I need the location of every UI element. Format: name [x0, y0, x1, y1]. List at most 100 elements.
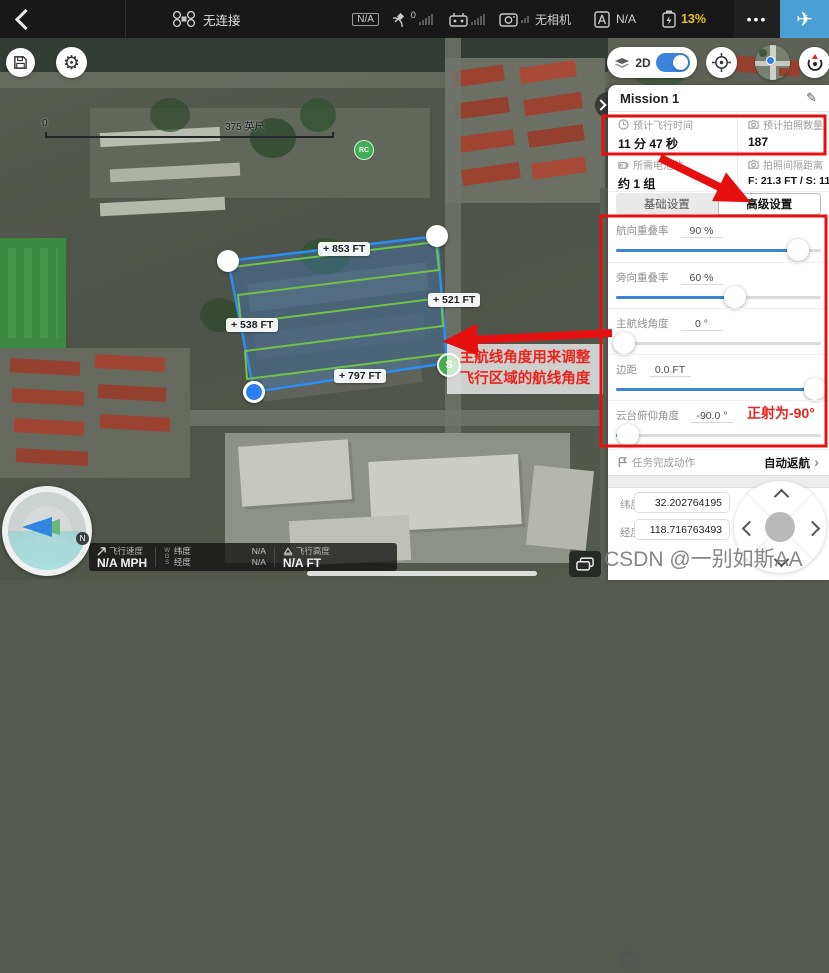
polygon-corner-handle-topright[interactable]: [426, 225, 448, 247]
stat-label: 所需电池数: [633, 157, 683, 172]
map-capture-button[interactable]: [569, 551, 601, 577]
dpad-right-icon[interactable]: [805, 521, 821, 537]
slider-value-field[interactable]: 90 %: [681, 225, 723, 238]
toggle-knob: [673, 55, 688, 70]
telemetry-speed: 飞行速度 N/A MPH: [89, 545, 155, 569]
camera-signal-bars: [521, 16, 529, 23]
slider-value-field[interactable]: 0.0 FT: [649, 364, 691, 377]
stat-value: F: 21.3 FT / S: 113.6 FT: [748, 175, 829, 187]
slider-label: 边距: [616, 362, 637, 377]
dpad-up-icon[interactable]: [774, 489, 790, 505]
scale-start: 0: [42, 118, 48, 129]
crosshair-icon: [712, 53, 731, 72]
photo-count-icon: [748, 119, 759, 130]
finish-action-row[interactable]: 任务完成动作 自动返航 ›: [608, 449, 829, 475]
satellite-count: 0: [411, 10, 416, 20]
slider-group-1: 旁向重叠率60 %: [608, 262, 829, 308]
edit-mission-icon[interactable]: ✎: [806, 90, 817, 106]
slider-value-field[interactable]: 60 %: [681, 272, 723, 285]
mission-stats: 预计飞行时间11 分 47 秒预计拍照数量187所需电池数约 1 组拍照间隔距离…: [608, 112, 829, 192]
telemetry-lng-value: N/A: [252, 557, 266, 568]
annotation-line2: 飞行区域的航线角度: [460, 369, 591, 390]
slider-value-field[interactable]: 0 °: [681, 318, 723, 331]
trash-icon[interactable]: [618, 949, 640, 973]
minimap-position-dot: [766, 56, 775, 65]
locate-button[interactable]: [706, 47, 737, 78]
mission-panel: Mission 1 ✎ 预计飞行时间 11 分 47 秒 预计拍照数量 187 所需电池…: [608, 85, 829, 580]
slider-handle[interactable]: [617, 424, 639, 446]
stat-value: 11 分 47 秒: [618, 135, 737, 152]
layers-icon: [614, 57, 630, 69]
save-icon: [13, 55, 28, 70]
stat-label: 拍照间隔距离: [763, 157, 823, 172]
compass-north-badge: N: [76, 532, 89, 545]
tab-advanced-settings[interactable]: 高级设置: [718, 193, 822, 215]
longitude-input[interactable]: 118.716763493: [634, 519, 730, 540]
finish-action-label: 任务完成动作: [632, 455, 695, 470]
dpad-left-icon[interactable]: [742, 521, 758, 537]
slider-track[interactable]: [616, 296, 821, 299]
altitude-value: N/A FT: [283, 557, 330, 569]
stat-label: 预计拍照数量: [763, 117, 823, 132]
rc-signal-bars: [471, 14, 485, 25]
scale-end: 375 英尺: [225, 118, 264, 133]
more-menu-button[interactable]: •••: [734, 0, 780, 38]
tab-basic-settings[interactable]: 基础设置: [616, 193, 718, 215]
stat-value: 187: [748, 135, 829, 149]
speed-value: N/A MPH: [97, 557, 147, 569]
home-indicator[interactable]: [307, 571, 537, 576]
slider-handle[interactable]: [804, 378, 826, 400]
polygon-corner-handle-bottomleft-selected[interactable]: [243, 381, 265, 403]
slider-handle[interactable]: [724, 286, 746, 308]
back-chevron-icon: [14, 8, 35, 29]
battery-percent: 13%: [681, 12, 706, 26]
telemetry-bar: 飞行速度 N/A MPH WGS 纬度N/A 经度N/A 飞行高度 N/A FT: [89, 543, 397, 571]
map-2d-toggle[interactable]: [656, 53, 690, 72]
mission-settings-button[interactable]: ⚙: [56, 47, 87, 78]
status-bar: 无连接 N/A 0 无相机 N/A 13% ••• ✈: [0, 0, 829, 38]
stat-value: 约 1 组: [618, 175, 737, 192]
slider-group-0: 航向重叠率 90 %: [608, 216, 829, 262]
mission-header: Mission 1 ✎: [608, 85, 829, 112]
start-flight-button[interactable]: ✈: [780, 0, 829, 38]
slider-group-3: 边距 0.0 FT: [608, 354, 829, 400]
scale-line: [45, 132, 334, 138]
battery-icon: [662, 10, 676, 28]
compass-reset-button[interactable]: [799, 47, 829, 78]
flight-mode-value: N/A: [616, 12, 636, 26]
latitude-value: 32.202764195: [655, 497, 722, 509]
slider-label: 航向重叠率: [616, 223, 669, 238]
settings-tabs: 基础设置 高级设置: [616, 193, 821, 215]
flight-mode-icon: [593, 11, 611, 28]
camera-frames-icon: [576, 557, 594, 571]
rc-home-marker: RC: [354, 140, 374, 160]
slider-track[interactable]: [616, 249, 821, 252]
dpad-center-knob[interactable]: [765, 512, 795, 542]
slider-value-field[interactable]: -90.0 °: [691, 410, 733, 423]
advanced-settings-sliders: 航向重叠率90 %旁向重叠率60 %主航线角度0 °边距0.0 FT云台俯仰角度…: [608, 216, 829, 446]
back-button[interactable]: [0, 12, 50, 27]
altitude-icon: [283, 547, 293, 556]
stat-label: 预计飞行时间: [633, 117, 693, 132]
edge-length-left: + 538 FT: [226, 318, 278, 332]
satellite-signal-bars: [419, 14, 433, 25]
connection-status: 无连接: [203, 10, 241, 29]
slider-track[interactable]: [616, 388, 821, 391]
topbar-divider: [125, 0, 126, 38]
latitude-input[interactable]: 32.202764195: [634, 492, 730, 513]
satellite-icon: [389, 11, 409, 28]
chevron-right-icon: ›: [814, 458, 819, 468]
photo-interval-icon: [748, 159, 759, 170]
polygon-corner-handle-topleft[interactable]: [217, 250, 239, 272]
slider-label: 云台俯仰角度: [616, 408, 679, 423]
slider-track[interactable]: [616, 434, 821, 437]
minimap-button[interactable]: [755, 45, 790, 80]
remote-controller-icon: [449, 12, 468, 27]
stat-cell-3: 拍照间隔距离 F: 21.3 FT / S: 113.6 FT: [737, 152, 829, 192]
save-mission-button[interactable]: [6, 48, 35, 77]
slider-handle[interactable]: [787, 239, 809, 261]
map-mode-pill[interactable]: 2D: [607, 47, 697, 78]
slider-track[interactable]: [616, 342, 821, 345]
flag-icon: [618, 457, 628, 468]
slider-handle[interactable]: [613, 332, 635, 354]
